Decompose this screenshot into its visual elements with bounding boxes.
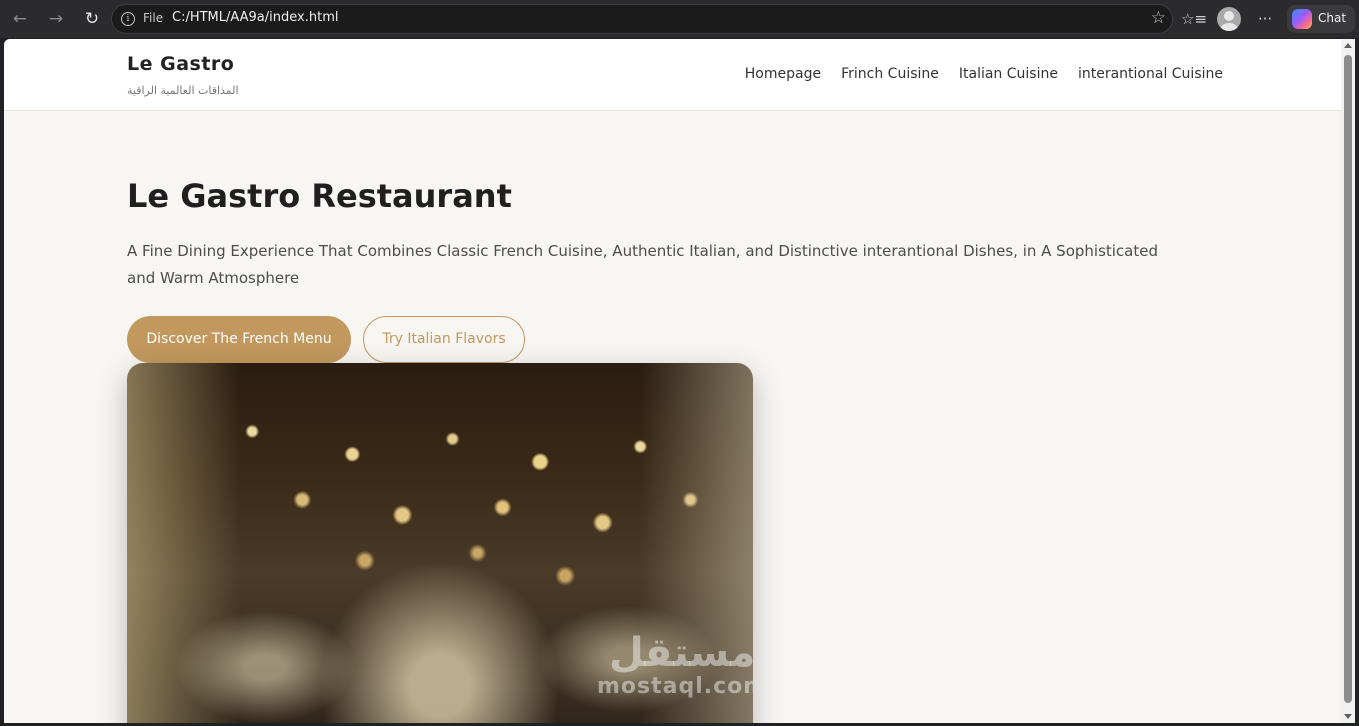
copilot-chat-button[interactable]: Chat bbox=[1287, 5, 1355, 33]
scroll-down-icon[interactable] bbox=[1344, 714, 1352, 719]
hero-title: Le Gastro Restaurant bbox=[127, 177, 512, 215]
restaurant-interior-image: مستقل mostaql.com bbox=[127, 363, 753, 723]
page-viewport: Le Gastro المذاقات العالمية الراقية Home… bbox=[4, 39, 1341, 723]
nav-international-cuisine[interactable]: interantional Cuisine bbox=[1078, 66, 1223, 82]
main-nav: Homepage Frinch Cuisine Italian Cuisine … bbox=[745, 66, 1223, 82]
chat-label: Chat bbox=[1318, 11, 1347, 25]
scroll-up-icon[interactable] bbox=[1344, 43, 1352, 48]
mostaql-watermark: مستقل mostaql.com bbox=[597, 631, 753, 699]
scroll-thumb[interactable] bbox=[1344, 55, 1352, 703]
reload-icon[interactable]: ↻ bbox=[80, 7, 104, 31]
favorites-icon[interactable]: ☆≡ bbox=[1181, 7, 1207, 31]
brand-logo[interactable]: Le Gastro bbox=[127, 53, 234, 75]
copilot-icon bbox=[1292, 9, 1312, 29]
watermark-latin: mostaql.com bbox=[597, 674, 753, 699]
profile-avatar[interactable] bbox=[1217, 7, 1241, 31]
watermark-arabic: مستقل bbox=[608, 630, 753, 676]
nav-french-cuisine[interactable]: Frinch Cuisine bbox=[841, 66, 939, 82]
more-options-icon[interactable]: ··· bbox=[1253, 7, 1277, 31]
discover-french-menu-button[interactable]: Discover The French Menu bbox=[127, 316, 351, 363]
browser-toolbar: ← → ↻ i File C:/HTML/AA9a/index.html ☆ ☆… bbox=[0, 0, 1359, 38]
favorite-star-icon[interactable]: ☆ bbox=[1151, 8, 1166, 28]
back-icon[interactable]: ← bbox=[8, 7, 32, 31]
try-italian-flavors-button[interactable]: Try Italian Flavors bbox=[363, 316, 525, 363]
forward-icon[interactable]: → bbox=[44, 7, 68, 31]
hero-description: A Fine Dining Experience That Combines C… bbox=[127, 242, 1159, 287]
page-scrollbar[interactable] bbox=[1341, 39, 1355, 723]
nav-homepage[interactable]: Homepage bbox=[745, 66, 821, 82]
address-bar[interactable]: i File C:/HTML/AA9a/index.html ☆ bbox=[111, 4, 1173, 34]
info-icon[interactable]: i bbox=[121, 12, 135, 26]
site-header: Le Gastro المذاقات العالمية الراقية Home… bbox=[4, 39, 1341, 111]
brand-tagline: المذاقات العالمية الراقية bbox=[127, 84, 239, 97]
nav-italian-cuisine[interactable]: Italian Cuisine bbox=[959, 66, 1058, 82]
file-label: File bbox=[143, 11, 164, 25]
url-text[interactable]: C:/HTML/AA9a/index.html bbox=[172, 10, 338, 25]
